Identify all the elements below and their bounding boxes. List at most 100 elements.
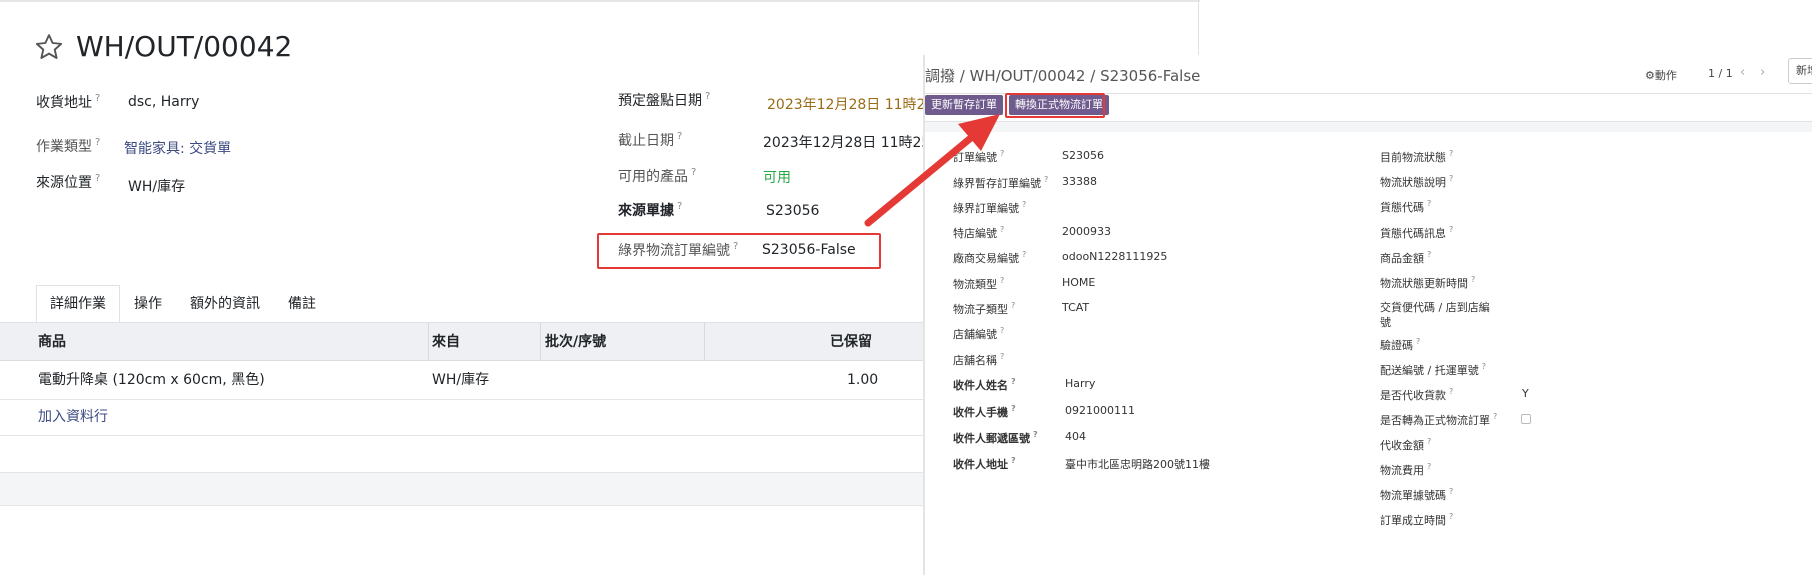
table-row[interactable]: 電動升降桌 (120cm x 60cm, 黑色) WH/庫存 1.00 — [0, 362, 925, 400]
help-icon[interactable]: ? — [1000, 276, 1004, 285]
field-value-operation-type[interactable]: 智能家具: 交貨單 — [124, 138, 231, 158]
label-text: 物流狀態更新時間 — [1380, 277, 1468, 290]
help-icon[interactable]: ? — [1000, 225, 1004, 234]
help-icon[interactable]: ? — [691, 167, 696, 178]
field-label: 物流單據號碼? — [1380, 487, 1453, 503]
pager-value[interactable]: 1 / 1 — [1708, 67, 1733, 80]
help-icon[interactable]: ? — [677, 201, 682, 212]
tab-operations[interactable]: 操作 — [120, 285, 176, 323]
add-line-link[interactable]: 加入資料行 — [38, 400, 108, 434]
field-label: 物流狀態更新時間? — [1380, 275, 1475, 291]
field-label: 收件人郵遞區號? — [953, 430, 1038, 446]
help-icon[interactable]: ? — [1022, 250, 1026, 259]
field-value-delivery-address[interactable]: dsc, Harry — [128, 94, 199, 110]
star-icon[interactable] — [34, 32, 64, 62]
help-icon[interactable]: ? — [1471, 275, 1475, 284]
field-value: S23056 — [1062, 149, 1104, 162]
help-icon[interactable]: ? — [1000, 149, 1004, 158]
label-text: 交貨便代碼 / 店到店編號 — [1380, 301, 1490, 329]
cell-reserved: 1.00 — [847, 372, 879, 388]
label-text: 店舖編號 — [953, 328, 997, 341]
field-label: 作業類型 — [36, 139, 92, 155]
help-icon[interactable]: ? — [1449, 387, 1453, 396]
column-header-reserved[interactable]: 已保留 — [830, 323, 872, 361]
column-header-product[interactable]: 商品 — [38, 323, 66, 361]
help-icon[interactable]: ? — [1427, 199, 1431, 208]
field-label: 來源單據 — [618, 203, 674, 219]
field-value[interactable]: 0921000111 — [1065, 404, 1135, 417]
help-icon[interactable]: ? — [1022, 200, 1026, 209]
field-label: 代收金額? — [1380, 437, 1431, 453]
field-value[interactable]: 臺中市北區忠明路200號11樓 — [1065, 456, 1210, 472]
help-icon[interactable]: ? — [1000, 352, 1004, 361]
chevron-left-icon[interactable]: ‹ — [1740, 65, 1745, 80]
field-label: 店舖名稱? — [953, 352, 1004, 368]
field-value: Y — [1522, 387, 1529, 400]
field-label: 貨態代碼? — [1380, 199, 1431, 215]
label-text: 收件人手機 — [953, 406, 1008, 419]
record-title: WH/OUT/00042 — [76, 30, 293, 63]
label-text: 店舖名稱 — [953, 354, 997, 367]
help-icon[interactable]: ? — [1449, 174, 1453, 183]
help-icon[interactable]: ? — [1482, 362, 1486, 371]
label-text: 收件人郵遞區號 — [953, 432, 1030, 445]
help-icon[interactable]: ? — [95, 93, 100, 104]
tab-note[interactable]: 備註 — [274, 285, 330, 323]
control-panel: ⚙動作 1 / 1 ‹ › 新增 — [925, 55, 1812, 95]
help-icon[interactable]: ? — [1427, 437, 1431, 446]
label-text: 配送編號 / 托運單號 — [1380, 364, 1479, 377]
help-icon[interactable]: ? — [1011, 377, 1016, 386]
field-value-source-location[interactable]: WH/庫存 — [128, 176, 185, 196]
field-source-document: 來源單據? — [618, 200, 682, 220]
update-temp-order-button[interactable]: 更新暫存訂單 — [925, 95, 1003, 115]
new-button[interactable]: 新增 — [1788, 58, 1812, 84]
tab-detailed-operations[interactable]: 詳細作業 — [36, 285, 120, 323]
help-icon[interactable]: ? — [1427, 250, 1431, 259]
help-icon[interactable]: ? — [1044, 175, 1048, 184]
table-header: 商品 來自 批次/序號 已保留 — [0, 323, 925, 361]
help-icon[interactable]: ? — [677, 131, 682, 142]
help-icon[interactable]: ? — [1449, 225, 1453, 234]
help-icon[interactable]: ? — [1427, 462, 1431, 471]
label-text: 物流狀態說明 — [1380, 176, 1446, 189]
field-value-source-document[interactable]: S23056 — [766, 203, 819, 219]
help-icon[interactable]: ? — [95, 173, 100, 184]
field-label: 目前物流狀態? — [1380, 149, 1453, 165]
column-divider — [704, 323, 705, 361]
table-row: 加入資料行 — [0, 400, 925, 436]
help-icon[interactable]: ? — [1449, 149, 1453, 158]
cell-product: 電動升降桌 (120cm x 60cm, 黑色) — [38, 372, 265, 388]
field-product-availability: 可用的產品? — [618, 166, 696, 186]
action-menu[interactable]: ⚙動作 — [1645, 67, 1677, 83]
formal-order-checkbox[interactable] — [1521, 414, 1531, 424]
cell-from: WH/庫存 — [432, 372, 490, 388]
help-icon[interactable]: ? — [1000, 326, 1004, 335]
label-text: 驗證碼 — [1380, 339, 1413, 352]
column-header-from[interactable]: 來自 — [432, 323, 460, 361]
field-value: 33388 — [1062, 175, 1097, 188]
field-deadline: 截止日期? — [618, 130, 682, 150]
field-value-product-availability: 可用 — [763, 170, 791, 186]
help-icon[interactable]: ? — [1449, 487, 1453, 496]
help-icon[interactable]: ? — [1011, 404, 1016, 413]
field-label: 是否轉為正式物流訂單? — [1380, 412, 1497, 428]
column-header-lot[interactable]: 批次/序號 — [545, 323, 606, 361]
label-text: 是否代收貨款 — [1380, 389, 1446, 402]
field-value[interactable]: Harry — [1065, 377, 1095, 390]
field-label: 收件人姓名? — [953, 377, 1016, 393]
help-icon[interactable]: ? — [95, 137, 100, 148]
chevron-right-icon[interactable]: › — [1760, 65, 1765, 80]
help-icon[interactable]: ? — [705, 91, 710, 102]
field-value[interactable]: 404 — [1065, 430, 1086, 443]
help-icon[interactable]: ? — [1033, 430, 1038, 439]
label-text: 物流單據號碼 — [1380, 489, 1446, 502]
tab-additional-info[interactable]: 額外的資訊 — [176, 285, 274, 323]
field-label: 截止日期 — [618, 133, 674, 149]
field-label: 商品金額? — [1380, 250, 1431, 266]
help-icon[interactable]: ? — [1011, 456, 1016, 465]
field-value-scheduled-date[interactable]: 2023年12月28日 11時25 — [767, 94, 924, 114]
help-icon[interactable]: ? — [1011, 301, 1015, 310]
help-icon[interactable]: ? — [1493, 412, 1497, 421]
help-icon[interactable]: ? — [1449, 512, 1453, 521]
help-icon[interactable]: ? — [1416, 337, 1420, 346]
